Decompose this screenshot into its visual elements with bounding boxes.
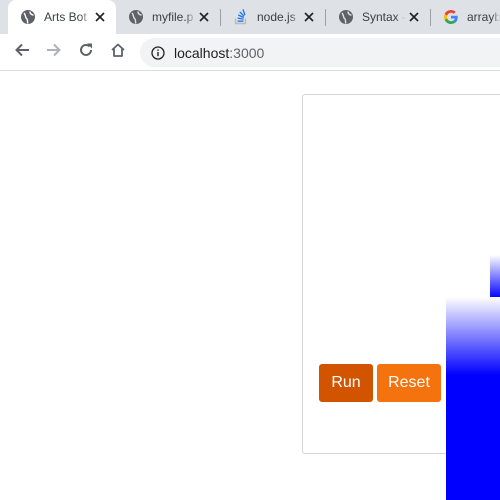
tab-myfile[interactable]: myfile.p xyxy=(116,0,220,34)
browser-toolbar: localhost:3000 xyxy=(0,34,500,71)
info-icon[interactable] xyxy=(150,45,166,61)
art-gradient-column xyxy=(490,255,500,298)
globe-icon xyxy=(20,9,36,25)
run-button[interactable]: Run xyxy=(319,364,373,402)
globe-icon xyxy=(338,9,354,25)
address-bar[interactable]: localhost:3000 xyxy=(140,38,500,67)
home-icon xyxy=(110,42,126,63)
art-solid-block xyxy=(446,375,500,500)
tab-nodejs[interactable]: node.js xyxy=(221,0,325,34)
close-icon[interactable] xyxy=(301,9,317,25)
back-button[interactable] xyxy=(9,39,35,65)
home-button[interactable] xyxy=(105,39,131,65)
tab-title: Arts Bot xyxy=(44,10,87,24)
tab-title: arrayb xyxy=(467,10,500,24)
tab-strip: Arts Bot myfile.p node.js Syntax - array… xyxy=(0,0,500,34)
globe-icon xyxy=(128,9,144,25)
close-icon[interactable] xyxy=(196,9,212,25)
tab-arrayb[interactable]: arrayb xyxy=(431,0,500,34)
reload-button[interactable] xyxy=(73,39,99,65)
tab-title: node.js xyxy=(257,10,296,24)
reload-icon xyxy=(78,42,94,63)
close-icon[interactable] xyxy=(92,9,108,25)
stackoverflow-icon xyxy=(233,9,249,25)
tab-syntax[interactable]: Syntax - xyxy=(326,0,430,34)
tab-title: myfile.p xyxy=(152,10,194,24)
url-port: :3000 xyxy=(229,44,265,61)
url-text: localhost:3000 xyxy=(174,45,264,61)
art-gradient-block xyxy=(446,297,500,375)
google-icon xyxy=(443,9,459,25)
url-host: localhost xyxy=(174,44,230,61)
forward-button[interactable] xyxy=(41,39,67,65)
back-arrow-icon xyxy=(14,42,30,63)
tab-title: Syntax - xyxy=(362,10,406,24)
tab-arts-bot[interactable]: Arts Bot xyxy=(8,0,116,34)
reset-button[interactable]: Reset xyxy=(377,364,441,402)
forward-arrow-icon xyxy=(46,42,62,63)
close-icon[interactable] xyxy=(406,9,422,25)
